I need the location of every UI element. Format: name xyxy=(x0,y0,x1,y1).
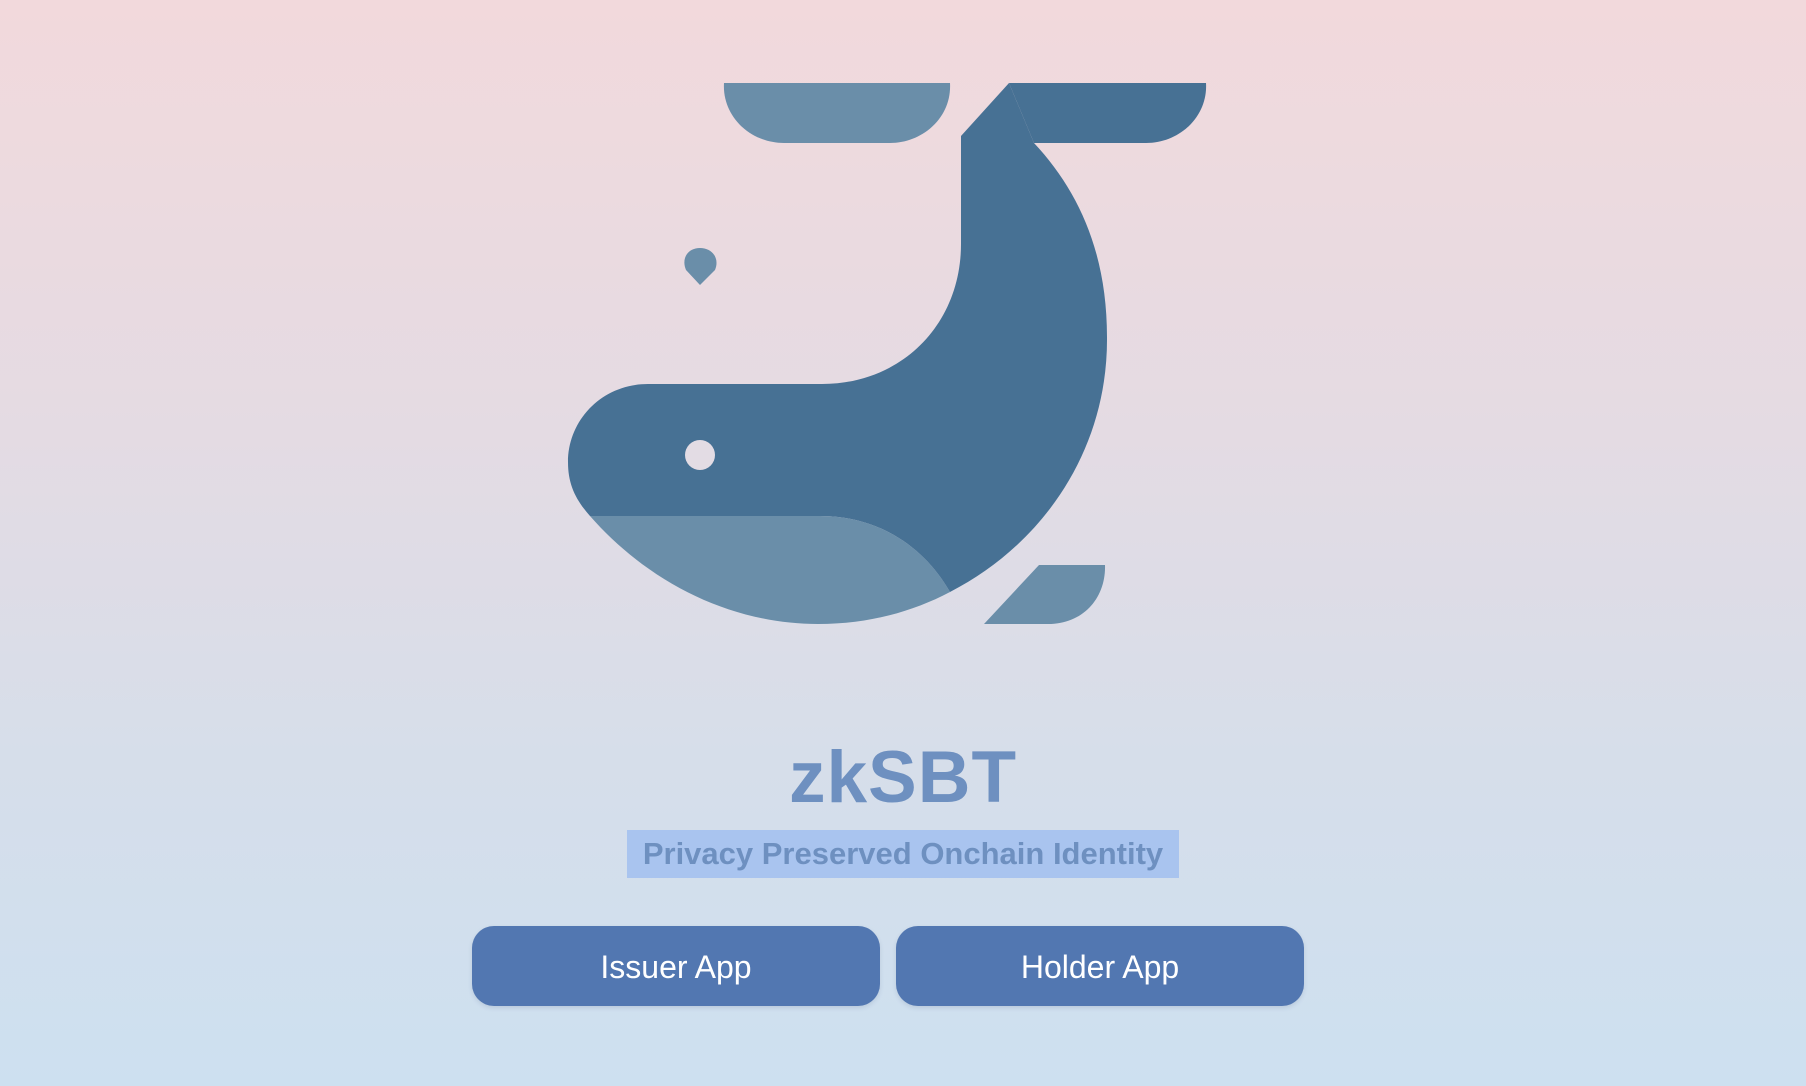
holder-app-button[interactable]: Holder App xyxy=(896,926,1304,1006)
subtitle[interactable]: Privacy Preserved Onchain Identity xyxy=(627,830,1179,878)
whale-fin xyxy=(984,565,1106,624)
whale-spout-drop xyxy=(684,248,717,285)
issuer-app-button[interactable]: Issuer App xyxy=(472,926,880,1006)
whale-tail-left-lobe xyxy=(723,83,951,143)
subtitle-row: Privacy Preserved Onchain Identity xyxy=(0,830,1806,878)
whale-eye xyxy=(685,440,715,470)
whale-icon xyxy=(568,83,1207,624)
logo xyxy=(0,0,1806,640)
whale-body xyxy=(568,83,1108,592)
whale-tail-right-lobe xyxy=(1009,83,1207,143)
page-title: zkSBT xyxy=(788,737,1018,818)
